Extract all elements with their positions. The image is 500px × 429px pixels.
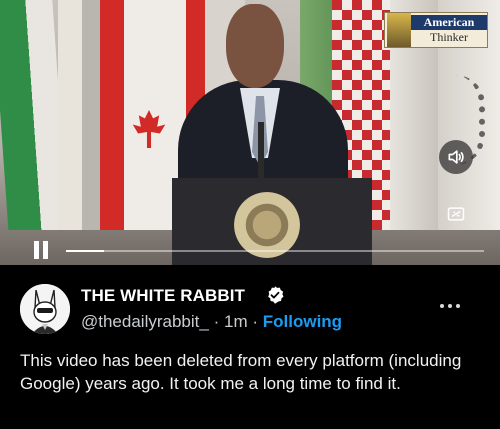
- post: THE WHITE RABBIT @thedailyrabbit_ · 1m ·…: [0, 265, 500, 429]
- speaker-icon: [448, 150, 464, 164]
- post-text: This video has been deleted from every p…: [20, 351, 462, 393]
- meta-separator: ·: [213, 312, 220, 331]
- post-time[interactable]: 1m: [224, 312, 248, 331]
- following-button[interactable]: Following: [263, 312, 342, 331]
- gif-button[interactable]: [439, 197, 473, 231]
- gif-icon: [447, 207, 465, 221]
- video-player[interactable]: American Thinker: [0, 0, 500, 265]
- video-progress-bar[interactable]: [66, 250, 484, 252]
- watermark-logo: American Thinker: [384, 12, 488, 48]
- speaker-head: [226, 4, 284, 88]
- microphone: [258, 122, 264, 182]
- watermark-line1: American: [411, 15, 487, 30]
- pause-bar: [34, 241, 39, 259]
- pause-button[interactable]: [34, 241, 52, 259]
- watermark-line2: Thinker: [430, 30, 468, 44]
- video-progress-fill: [66, 250, 104, 252]
- avatar[interactable]: [20, 284, 70, 334]
- pause-bar: [43, 241, 48, 259]
- watermark-emblem-icon: [387, 13, 411, 47]
- volume-button[interactable]: [439, 140, 473, 174]
- author-handle[interactable]: @thedailyrabbit_: [81, 312, 209, 331]
- author-name[interactable]: THE WHITE RABBIT: [81, 286, 245, 306]
- meta-separator: ·: [252, 312, 259, 331]
- presidential-seal: [234, 192, 300, 258]
- verified-badge-icon: [265, 285, 285, 305]
- post-meta: @thedailyrabbit_ · 1m · Following: [81, 312, 342, 332]
- more-options-icon[interactable]: [440, 302, 462, 310]
- rabbit-avatar-icon: [20, 284, 70, 334]
